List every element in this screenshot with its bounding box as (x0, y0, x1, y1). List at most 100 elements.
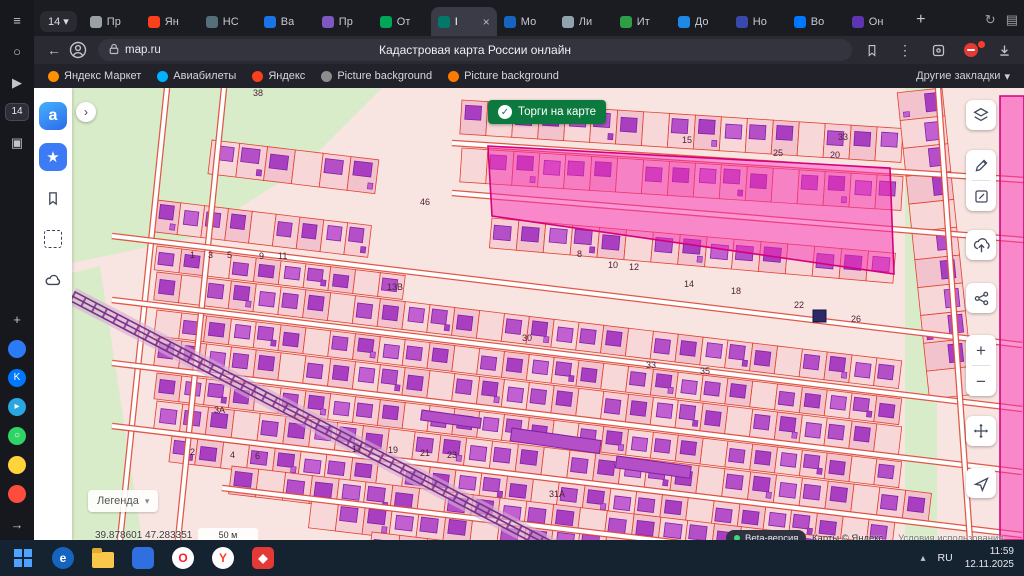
bookmark-item[interactable]: Picture background (448, 70, 559, 82)
profile-icon[interactable]: ○ (7, 41, 27, 61)
other-bookmarks-button[interactable]: Другие закладки ▾ (916, 70, 1010, 83)
map-canvas[interactable]: 384615252033810121418222613591113В303335… (72, 88, 1024, 540)
yandex-browser-icon[interactable]: Y (210, 545, 236, 571)
start-button[interactable] (10, 545, 36, 571)
parcel-number-label: 3 (208, 250, 213, 260)
select-area-icon[interactable] (39, 225, 67, 253)
tab[interactable]: НС (199, 7, 257, 36)
pencil-tool-button[interactable] (966, 150, 996, 180)
whatsapp-icon[interactable]: ○ (8, 427, 26, 445)
yandex-maps-logo[interactable]: a (39, 102, 67, 130)
trades-on-map-button[interactable]: ✓ Торги на карте (488, 100, 606, 124)
red-app-icon[interactable]: ◆ (250, 545, 276, 571)
kebab-menu-icon[interactable]: ⋮ (893, 42, 917, 59)
parcel-number-label: 3А (214, 405, 225, 415)
favorites-star-button[interactable]: ★ (39, 143, 67, 171)
bookmark-item[interactable]: Picture background (321, 70, 432, 82)
extension-icon[interactable] (926, 43, 950, 58)
menu-icon[interactable]: ≡ (7, 10, 27, 30)
tab[interactable]: Но (729, 7, 787, 36)
parcel-number-label: 46 (420, 197, 430, 207)
tab-close-icon[interactable]: × (483, 15, 490, 29)
legend-button[interactable]: Легенда ▾ (88, 490, 158, 512)
bookmark-flag-icon[interactable] (860, 43, 884, 58)
selected-building (813, 310, 826, 322)
cloud-icon[interactable] (39, 266, 67, 294)
hide-panel-icon[interactable]: → (7, 514, 27, 534)
date: 12.11.2025 (965, 558, 1014, 571)
tab-counter-badge[interactable]: 14 (5, 103, 29, 121)
zoom-control: + − (966, 335, 996, 396)
highlighted-quarter[interactable] (1000, 96, 1024, 540)
parcel-number-label: 2 (190, 447, 195, 457)
tab[interactable]: До (671, 7, 729, 36)
tab-strip: 14 ▾ ПрЯнНСВаПрОтI×МоЛиИтДоНоВоОн + ↻▤ (34, 0, 1024, 36)
pan-mode-button[interactable] (966, 416, 996, 446)
tab-favicon (438, 16, 450, 28)
tab[interactable]: Ян (141, 7, 199, 36)
tab-label: Ли (579, 16, 592, 28)
parcel-number-label: 18 (731, 286, 741, 296)
tab[interactable]: Ва (257, 7, 315, 36)
new-tab-button[interactable]: + (909, 8, 933, 32)
share-button[interactable] (966, 283, 996, 313)
file-explorer-icon[interactable] (90, 545, 116, 571)
browser-window: ≡○▶14▣+K▸○→ 14 ▾ ПрЯнНСВаПрОтI×МоЛиИтДоН… (0, 0, 1024, 576)
bookmarks-flag-icon[interactable] (39, 184, 67, 212)
tableau-icon[interactable]: ▶ (7, 72, 27, 92)
downloads-icon[interactable] (992, 43, 1016, 58)
url-field[interactable]: map.ru Кадастровая карта России онлайн (98, 39, 852, 61)
upload-button[interactable] (966, 230, 996, 260)
tab-favicon (264, 16, 276, 28)
tab-list-button[interactable]: 14 ▾ (40, 11, 77, 32)
tab[interactable]: Во (787, 7, 845, 36)
parcel-number-label: 13В (387, 282, 403, 292)
panel-toggle-icon[interactable]: ▤ (1006, 12, 1018, 28)
screenshot-icon[interactable]: ▣ (7, 132, 27, 152)
parcel-number-label: 1 (190, 250, 195, 260)
layers-button[interactable] (966, 100, 996, 130)
tab[interactable]: Мо (497, 7, 555, 36)
taskbar-apps: e OY ◆ (10, 545, 276, 571)
bookmark-item[interactable]: Авиабилеты (157, 70, 236, 82)
tab-active[interactable]: I× (431, 7, 497, 36)
bookmark-item[interactable]: Яндекс Маркет (48, 70, 141, 82)
taskbar-app-tile-icon[interactable] (130, 545, 156, 571)
opera-icon[interactable]: O (170, 545, 196, 571)
tab[interactable]: Пр (315, 7, 373, 36)
vk-icon[interactable]: K (8, 369, 26, 387)
tabstrip-right-icons: ↻▤ (985, 12, 1018, 28)
back-button[interactable]: ← (42, 42, 66, 58)
language-indicator[interactable]: RU (938, 552, 953, 564)
lock-icon (108, 42, 120, 59)
expand-panel-button[interactable]: › (76, 102, 96, 122)
tab[interactable]: От (373, 7, 431, 36)
telegram-icon[interactable]: ▸ (8, 398, 26, 416)
site-url: map.ru (125, 44, 161, 56)
time: 11:59 (965, 545, 1014, 558)
my-location-button[interactable] (966, 468, 996, 498)
adblock-icon[interactable] (959, 43, 983, 57)
tab[interactable]: Ит (613, 7, 671, 36)
tray-expand-icon[interactable]: ▴ (920, 553, 925, 564)
add-shortcut-icon[interactable]: + (7, 309, 27, 329)
red-app-icon[interactable] (8, 485, 26, 503)
sync-icon[interactable]: ↻ (985, 12, 996, 28)
tab[interactable]: Ли (555, 7, 613, 36)
clock[interactable]: 11:59 12.11.2025 (965, 545, 1014, 571)
parcel-number-label: 33 (646, 360, 656, 370)
taskbar-app-blue-icon[interactable]: e (50, 545, 76, 571)
profile-avatar-icon[interactable] (66, 41, 90, 59)
zen-icon[interactable] (8, 340, 26, 358)
zoom-out-button[interactable]: − (966, 366, 996, 396)
bookmark-item[interactable]: Яндекс (252, 70, 305, 82)
tab[interactable]: Пр (83, 7, 141, 36)
zoom-in-button[interactable]: + (966, 335, 996, 365)
edit-note-button[interactable] (966, 181, 996, 211)
tab-label: Пр (107, 16, 121, 28)
tab[interactable]: Он (845, 7, 903, 36)
yellow-app-icon[interactable] (8, 456, 26, 474)
chevron-down-icon: ▾ (145, 496, 150, 507)
map-service-panel: a ★ (34, 88, 72, 540)
bookmark-favicon (321, 71, 332, 82)
